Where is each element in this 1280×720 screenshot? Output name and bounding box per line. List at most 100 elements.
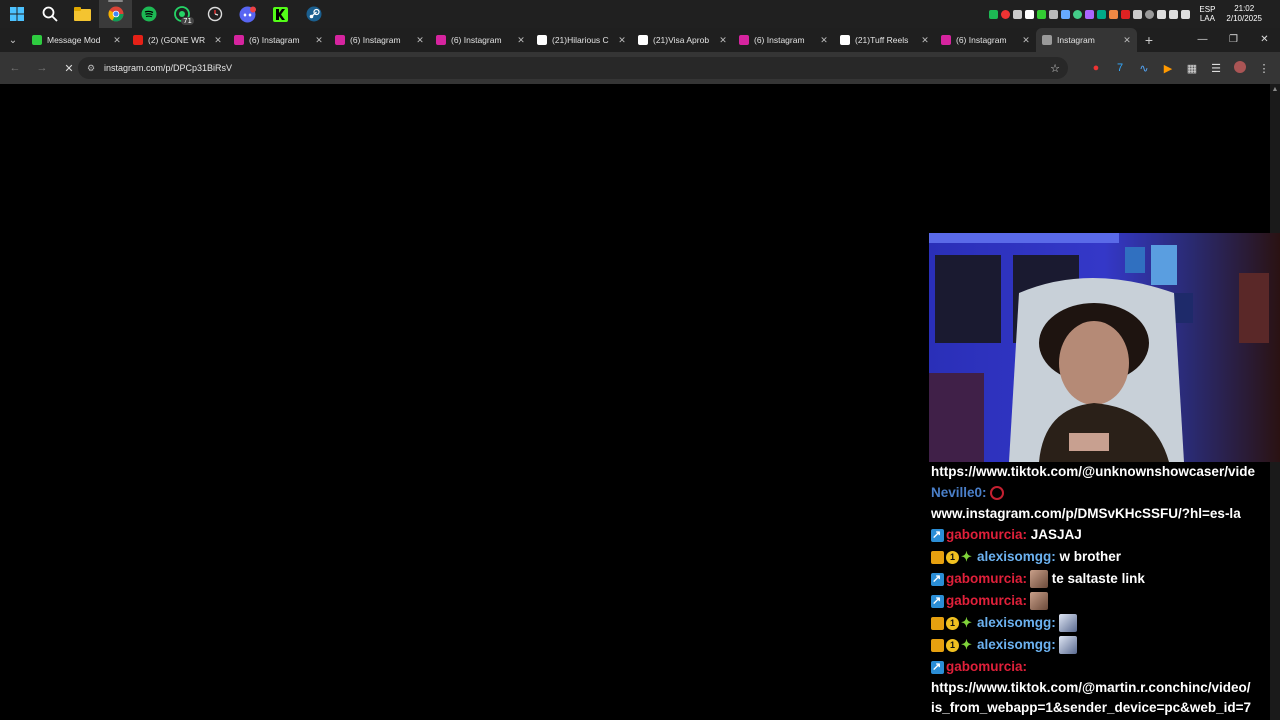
spotify-icon[interactable] bbox=[132, 0, 165, 28]
address-bar[interactable]: ⚙ instagram.com/p/DPCp31BiRsV ☆ bbox=[78, 57, 1068, 79]
whatsapp-icon[interactable]: 71 bbox=[165, 0, 198, 28]
chat-username: gabomurcia: bbox=[946, 571, 1028, 586]
browser-tab[interactable]: (21)Hilarious C ✕ bbox=[531, 28, 632, 52]
kick-icon[interactable] bbox=[264, 0, 297, 28]
maximize-button[interactable]: ❐ bbox=[1218, 28, 1249, 52]
browser-tab[interactable]: (6) Instagram ✕ bbox=[329, 28, 430, 52]
extension-audio-icon[interactable]: ∿ bbox=[1136, 62, 1152, 75]
browser-tab[interactable]: (6) Instagram ✕ bbox=[935, 28, 1036, 52]
bluetooth-icon[interactable] bbox=[1013, 9, 1023, 19]
tab-close-icon[interactable]: ✕ bbox=[312, 35, 326, 46]
discord-icon[interactable] bbox=[231, 0, 264, 28]
display-icon[interactable] bbox=[1157, 9, 1167, 19]
chat-link[interactable]: https://www.tiktok.com/@unknownshowcaser… bbox=[931, 463, 1255, 482]
new-tab-button[interactable]: + bbox=[1137, 28, 1161, 52]
tab-close-icon[interactable]: ✕ bbox=[716, 35, 730, 46]
microphone-icon[interactable] bbox=[1169, 9, 1179, 19]
tab-close-icon[interactable]: ✕ bbox=[1120, 35, 1134, 46]
browser-tab[interactable]: Instagram ✕ bbox=[1036, 28, 1137, 52]
subscriber-badge-icon bbox=[931, 524, 944, 546]
tab-title: (6) Instagram bbox=[754, 35, 805, 45]
browser-tab[interactable]: (6) Instagram ✕ bbox=[733, 28, 834, 52]
monitor-icon[interactable] bbox=[1133, 9, 1143, 19]
browser-tab[interactable]: Message Mod ✕ bbox=[26, 28, 127, 52]
antivirus-icon[interactable] bbox=[1121, 9, 1131, 19]
chat-link[interactable]: is_from_webapp=1&sender_device=pc&web_id… bbox=[931, 698, 1251, 718]
chrome-tray-icon[interactable] bbox=[1073, 9, 1083, 19]
tab-close-icon[interactable]: ✕ bbox=[413, 35, 427, 46]
tab-close-icon[interactable]: ✕ bbox=[615, 35, 629, 46]
spotify-tray-icon[interactable] bbox=[989, 9, 999, 19]
browser-tab[interactable]: (6) Instagram ✕ bbox=[430, 28, 531, 52]
tab-close-icon[interactable]: ✕ bbox=[110, 35, 124, 46]
chat-username: alexisomgg: bbox=[977, 549, 1056, 564]
windows-taskbar: 71 ESP LAA 21:02 2/10/2025 bbox=[0, 0, 1280, 28]
app-orange-icon[interactable] bbox=[1109, 9, 1119, 19]
tab-close-icon[interactable]: ✕ bbox=[817, 35, 831, 46]
chrome-icon[interactable] bbox=[99, 0, 132, 28]
crown-badge-icon bbox=[931, 638, 944, 652]
forward-button[interactable]: → bbox=[30, 56, 54, 80]
clock[interactable]: 21:02 2/10/2025 bbox=[1226, 4, 1262, 24]
tabs-container: Message Mod ✕ (2) (GONE WR ✕ (6) Instagram ✕(… bbox=[26, 28, 1137, 52]
browser-tab[interactable]: (6) Instagram ✕ bbox=[228, 28, 329, 52]
input-language[interactable]: ESP LAA bbox=[1199, 5, 1215, 23]
shield-icon[interactable] bbox=[1097, 9, 1107, 19]
volume-icon[interactable] bbox=[1181, 9, 1191, 19]
window-controls: — ❐ ✕ bbox=[1187, 28, 1280, 52]
tab-title: (6) Instagram bbox=[956, 35, 1007, 45]
tab-close-icon[interactable]: ✕ bbox=[918, 35, 932, 46]
extensions-puzzle-icon[interactable]: ▦ bbox=[1184, 62, 1200, 75]
tab-favicon-icon bbox=[234, 35, 244, 45]
extension-red-icon[interactable]: ● bbox=[1088, 62, 1104, 74]
art-emote-icon bbox=[1058, 636, 1077, 654]
crown-badge-icon bbox=[931, 616, 944, 630]
app-tray-icon[interactable] bbox=[1049, 9, 1059, 19]
back-button[interactable]: ← bbox=[3, 56, 27, 80]
pen-icon[interactable] bbox=[1085, 9, 1095, 19]
tab-close-icon[interactable]: ✕ bbox=[1019, 35, 1033, 46]
windows-start-icon[interactable] bbox=[0, 0, 33, 28]
record-tray-icon[interactable] bbox=[1001, 9, 1011, 19]
clock-app-icon[interactable] bbox=[198, 0, 231, 28]
bookmark-star-icon[interactable]: ☆ bbox=[1050, 62, 1060, 75]
extension-7tv-icon[interactable]: 7 bbox=[1112, 62, 1128, 74]
steam-icon[interactable] bbox=[297, 0, 330, 28]
webcam-image bbox=[929, 233, 1280, 462]
menu-kebab-icon[interactable]: ⋮ bbox=[1256, 62, 1272, 75]
browser-tab[interactable]: (2) (GONE WR ✕ bbox=[127, 28, 228, 52]
sparkle-badge-icon: ✦ bbox=[961, 615, 972, 630]
tab-search-chevron-icon[interactable]: ⌄ bbox=[0, 28, 26, 52]
url-text[interactable]: instagram.com/p/DPCp31BiRsV bbox=[104, 63, 232, 73]
cloud-icon[interactable] bbox=[1061, 9, 1071, 19]
tab-close-icon[interactable]: ✕ bbox=[211, 35, 225, 46]
tab-favicon-icon bbox=[335, 35, 345, 45]
browser-tab[interactable]: (21)Visa Aprob ✕ bbox=[632, 28, 733, 52]
tab-title: (21)Tuff Reels bbox=[855, 35, 909, 45]
media-controls-icon[interactable]: ☰ bbox=[1208, 62, 1224, 75]
browser-tab[interactable]: (21)Tuff Reels ✕ bbox=[834, 28, 935, 52]
chat-message: www.instagram.com/p/DMSvKHcSSFU/?hl=es-l… bbox=[931, 504, 1280, 524]
tab-favicon-icon bbox=[436, 35, 446, 45]
tab-title: Instagram bbox=[1057, 35, 1095, 45]
gamepad-icon[interactable] bbox=[1025, 9, 1035, 19]
webcam-overlay bbox=[929, 233, 1280, 462]
profile-avatar[interactable] bbox=[1232, 60, 1248, 76]
tab-favicon-icon bbox=[840, 35, 850, 45]
extension-play-icon[interactable]: ▶ bbox=[1160, 62, 1176, 75]
nvidia-icon[interactable] bbox=[1037, 9, 1047, 19]
file-explorer-icon[interactable] bbox=[66, 0, 99, 28]
close-window-button[interactable]: ✕ bbox=[1249, 28, 1280, 52]
clock-tray-icon[interactable] bbox=[1145, 9, 1155, 19]
minimize-button[interactable]: — bbox=[1187, 28, 1218, 52]
chat-link[interactable]: www.instagram.com/p/DMSvKHcSSFU/?hl=es-l… bbox=[931, 504, 1241, 524]
system-tray: ESP LAA 21:02 2/10/2025 bbox=[989, 0, 1280, 28]
browser-toolbar: ← → ✕ ⚙ instagram.com/p/DPCp31BiRsV ☆ ● … bbox=[0, 52, 1280, 84]
search-icon[interactable] bbox=[33, 0, 66, 28]
tab-title: (2) (GONE WR bbox=[148, 35, 206, 45]
scroll-up-arrow-icon[interactable]: ▲ bbox=[1270, 84, 1280, 96]
site-info-icon[interactable]: ⚙ bbox=[82, 63, 100, 74]
clock-time: 21:02 bbox=[1234, 4, 1255, 13]
tab-close-icon[interactable]: ✕ bbox=[514, 35, 528, 46]
chat-link[interactable]: https://www.tiktok.com/@martin.r.conchin… bbox=[931, 678, 1250, 698]
